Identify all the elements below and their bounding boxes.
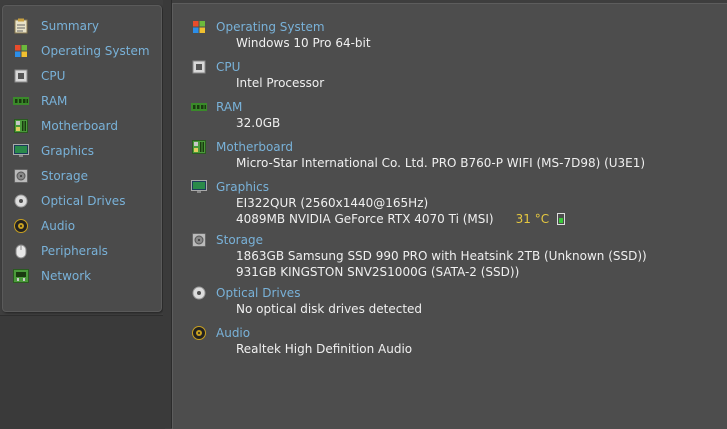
section-cpu: CPU Intel Processor bbox=[191, 59, 324, 91]
windows-logo-icon bbox=[191, 19, 207, 35]
sidebar-item-graphics[interactable]: Graphics bbox=[13, 141, 159, 161]
summary-panel: Operating System Windows 10 Pro 64-bit C… bbox=[172, 3, 727, 429]
section-title: Operating System bbox=[216, 20, 325, 34]
sidebar-empty-area bbox=[0, 315, 165, 429]
mouse-icon bbox=[13, 243, 29, 259]
section-title: Audio bbox=[216, 326, 251, 340]
optical-disc-icon bbox=[191, 285, 207, 301]
sidebar-item-motherboard[interactable]: Motherboard bbox=[13, 116, 159, 136]
optical-disc-icon bbox=[13, 193, 29, 209]
windows-logo-icon bbox=[13, 43, 29, 59]
pane-splitter[interactable] bbox=[163, 0, 172, 428]
hard-drive-icon bbox=[191, 232, 207, 248]
motherboard-icon bbox=[13, 118, 29, 134]
os-value: Windows 10 Pro 64-bit bbox=[236, 36, 371, 50]
sidebar-item-label: Storage bbox=[41, 169, 88, 183]
audio-value: Realtek High Definition Audio bbox=[236, 342, 413, 356]
sidebar-item-optical-drives[interactable]: Optical Drives bbox=[13, 191, 159, 211]
ram-value: 32.0GB bbox=[236, 116, 281, 130]
gpu-value: 4089MB NVIDIA GeForce RTX 4070 Ti (MSI) bbox=[236, 212, 494, 226]
gpu-row: 4089MB NVIDIA GeForce RTX 4070 Ti (MSI) 3… bbox=[236, 211, 566, 229]
section-graphics: Graphics EI322QUR (2560x1440@165Hz) 4089… bbox=[191, 179, 566, 229]
sidebar-item-storage[interactable]: Storage bbox=[13, 166, 159, 186]
sidebar-item-label: CPU bbox=[41, 69, 66, 83]
sidebar-item-label: Operating System bbox=[41, 44, 150, 58]
cpu-chip-icon bbox=[191, 59, 207, 75]
sidebar-item-operating-system[interactable]: Operating System bbox=[13, 41, 159, 61]
sidebar-item-label: Peripherals bbox=[41, 244, 108, 258]
hard-drive-icon bbox=[13, 168, 29, 184]
speaker-icon bbox=[13, 218, 29, 234]
sidebar-item-ram[interactable]: RAM bbox=[13, 91, 159, 111]
section-title: RAM bbox=[216, 100, 243, 114]
monitor-value: EI322QUR (2560x1440@165Hz) bbox=[236, 196, 429, 210]
section-audio: Audio Realtek High Definition Audio bbox=[191, 325, 412, 357]
sidebar-item-label: Optical Drives bbox=[41, 194, 126, 208]
sidebar-item-peripherals[interactable]: Peripherals bbox=[13, 241, 159, 261]
cpu-chip-icon bbox=[13, 68, 29, 84]
section-optical-drives: Optical Drives No optical disk drives de… bbox=[191, 285, 422, 317]
section-operating-system: Operating System Windows 10 Pro 64-bit bbox=[191, 19, 371, 51]
optical-value: No optical disk drives detected bbox=[236, 302, 423, 316]
clipboard-icon bbox=[13, 18, 29, 34]
ram-stick-icon bbox=[13, 93, 29, 109]
sidebar-item-network[interactable]: Network bbox=[13, 266, 159, 286]
section-motherboard: Motherboard Micro-Star International Co.… bbox=[191, 139, 645, 171]
section-title: Motherboard bbox=[216, 140, 293, 154]
speaker-icon bbox=[191, 325, 207, 341]
section-title: CPU bbox=[216, 60, 241, 74]
section-storage: Storage 1863GB Samsung SSD 990 PRO with … bbox=[191, 232, 647, 280]
sidebar-item-label: Graphics bbox=[41, 144, 94, 158]
section-title: Graphics bbox=[216, 180, 269, 194]
section-title: Storage bbox=[216, 233, 263, 247]
gpu-temperature: 31 °C bbox=[515, 212, 550, 226]
sidebar-item-audio[interactable]: Audio bbox=[13, 216, 159, 236]
cpu-value: Intel Processor bbox=[236, 76, 325, 90]
sidebar-item-label: Network bbox=[41, 269, 92, 283]
storage-drive-1: 1863GB Samsung SSD 990 PRO with Heatsink… bbox=[236, 249, 647, 263]
network-icon bbox=[13, 268, 29, 284]
sidebar-item-label: Audio bbox=[41, 219, 76, 233]
section-title: Optical Drives bbox=[216, 286, 301, 300]
monitor-icon bbox=[13, 143, 29, 159]
battery-gauge-icon bbox=[557, 213, 566, 229]
monitor-icon bbox=[191, 179, 207, 195]
storage-drive-2: 931GB KINGSTON SNV2S1000G (SATA-2 (SSD)) bbox=[236, 265, 520, 279]
sidebar-item-cpu[interactable]: CPU bbox=[13, 66, 159, 86]
sidebar-item-summary[interactable]: Summary bbox=[13, 16, 159, 36]
ram-stick-icon bbox=[191, 99, 207, 115]
sidebar-item-label: Summary bbox=[41, 19, 99, 33]
sidebar-item-label: RAM bbox=[41, 94, 68, 108]
sidebar-nav: Summary Operating System CPU RAM Motherb… bbox=[2, 5, 162, 312]
section-ram: RAM 32.0GB bbox=[191, 99, 280, 131]
sidebar-item-label: Motherboard bbox=[41, 119, 118, 133]
motherboard-icon bbox=[191, 139, 207, 155]
motherboard-value: Micro-Star International Co. Ltd. PRO B7… bbox=[236, 156, 646, 170]
